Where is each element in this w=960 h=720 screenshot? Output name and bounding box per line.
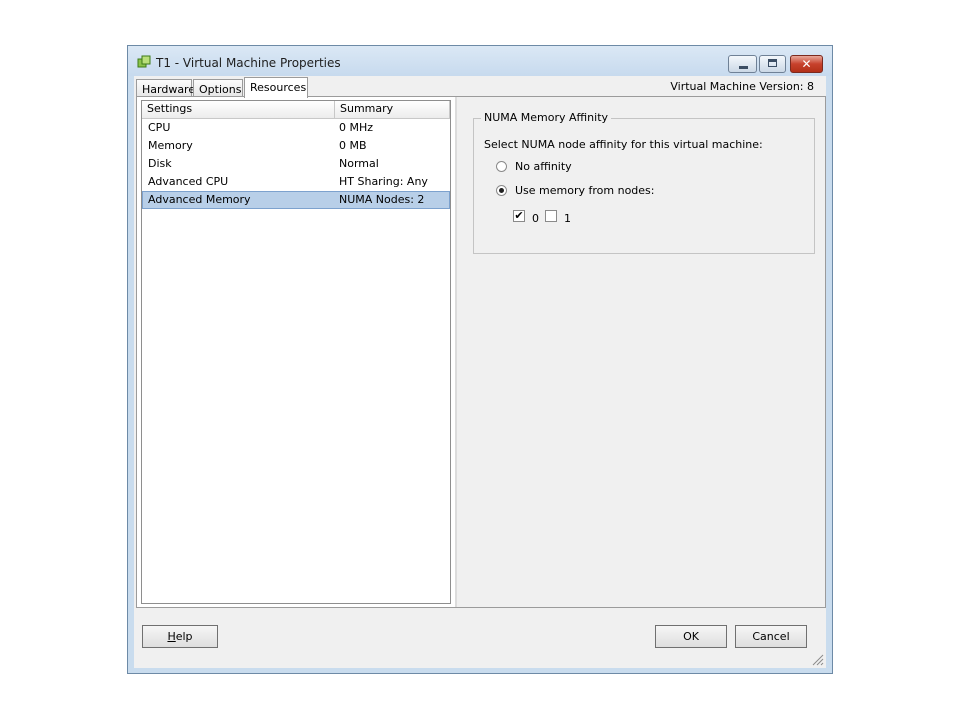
minimize-icon: [739, 66, 748, 69]
node-0-checkbox[interactable]: ✔: [513, 210, 525, 222]
list-item[interactable]: CPU 0 MHz: [142, 119, 450, 137]
resize-grip-icon[interactable]: [812, 654, 824, 666]
column-header-settings[interactable]: Settings: [142, 101, 335, 118]
row-summary: Normal: [339, 157, 379, 170]
row-setting: Memory: [148, 139, 193, 152]
vm-app-icon: [137, 55, 151, 68]
no-affinity-radio[interactable]: [496, 161, 507, 172]
group-title: NUMA Memory Affinity: [481, 111, 612, 124]
close-button[interactable]: ✕: [790, 55, 823, 73]
vm-version-label: Virtual Machine Version: 8: [670, 80, 814, 93]
minimize-button[interactable]: [728, 55, 757, 73]
vm-properties-window: T1 - Virtual Machine Properties ✕ Hardwa…: [127, 45, 833, 674]
row-summary: 0 MB: [339, 139, 367, 152]
window-title: T1 - Virtual Machine Properties: [156, 56, 341, 70]
row-setting: Advanced CPU: [148, 175, 229, 188]
dialog-client-area: Hardware Options Resources Virtual Machi…: [134, 76, 826, 668]
maximize-button[interactable]: [759, 55, 786, 73]
column-header-summary[interactable]: Summary: [335, 101, 450, 118]
list-item[interactable]: Disk Normal: [142, 155, 450, 173]
settings-list[interactable]: Settings Summary CPU 0 MHz Memory 0 MB D…: [141, 100, 451, 604]
numa-settings-pane: NUMA Memory Affinity Select NUMA node af…: [457, 97, 825, 607]
cancel-button[interactable]: Cancel: [735, 625, 807, 648]
row-setting: Advanced Memory: [148, 193, 251, 206]
use-nodes-radio[interactable]: [496, 185, 507, 196]
node-1-label: 1: [564, 212, 571, 225]
node-1-checkbox[interactable]: [545, 210, 557, 222]
numa-affinity-group: NUMA Memory Affinity Select NUMA node af…: [473, 111, 815, 254]
tab-hardware[interactable]: Hardware: [136, 79, 195, 97]
numa-description: Select NUMA node affinity for this virtu…: [484, 138, 763, 151]
help-label-rest: elp: [175, 630, 193, 643]
row-summary: HT Sharing: Any: [339, 175, 428, 188]
help-button[interactable]: Help: [142, 625, 218, 648]
list-item[interactable]: Memory 0 MB: [142, 137, 450, 155]
node-0-label: 0: [532, 212, 539, 225]
row-summary: NUMA Nodes: 2: [339, 193, 425, 206]
tab-options[interactable]: Options: [193, 79, 243, 97]
use-nodes-label: Use memory from nodes:: [515, 184, 655, 197]
maximize-icon: [768, 59, 777, 67]
resources-tab-panel: Settings Summary CPU 0 MHz Memory 0 MB D…: [136, 96, 826, 608]
list-header: Settings Summary: [142, 101, 450, 119]
ok-button[interactable]: OK: [655, 625, 727, 648]
tab-resources[interactable]: Resources: [244, 77, 308, 98]
row-setting: CPU: [148, 121, 171, 134]
list-item-selected[interactable]: Advanced Memory NUMA Nodes: 2: [142, 191, 450, 209]
list-item[interactable]: Advanced CPU HT Sharing: Any: [142, 173, 450, 191]
row-setting: Disk: [148, 157, 172, 170]
close-icon: ✕: [801, 57, 812, 71]
help-mnemonic: H: [167, 630, 176, 643]
row-summary: 0 MHz: [339, 121, 374, 134]
title-bar[interactable]: T1 - Virtual Machine Properties ✕: [128, 46, 832, 76]
no-affinity-label: No affinity: [515, 160, 572, 173]
